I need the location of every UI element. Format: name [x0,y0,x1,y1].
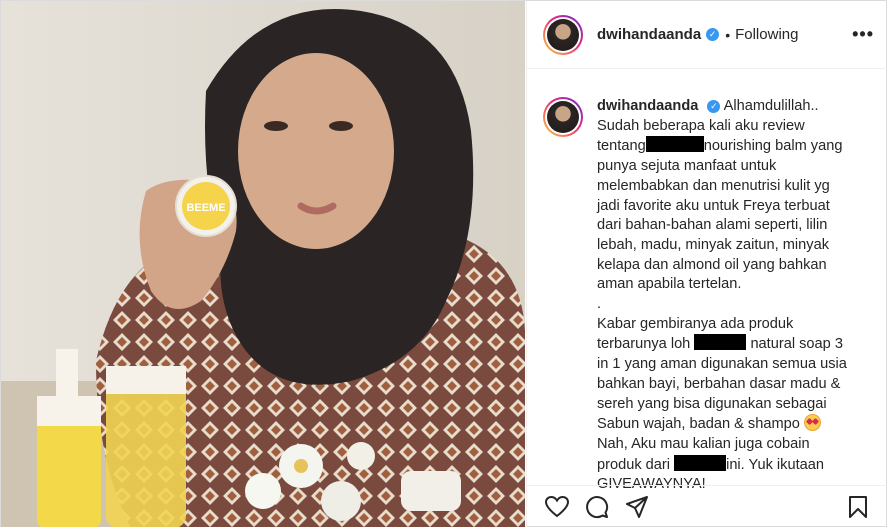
separator-dot: • [725,26,731,43]
post-photo[interactable]: BEEME [1,1,525,527]
caption-line: in 1 yang aman digunakan semua usia [597,356,847,373]
caption-line: produk dari [597,456,671,473]
avatar[interactable] [543,14,583,55]
caption-line: sereh yang bisa digunakan sebagai [597,395,827,412]
caption-line: Alhamdulillah.. [723,98,819,114]
heart-icon[interactable] [543,493,571,521]
share-icon[interactable] [623,493,651,521]
redacted-brand [674,454,727,471]
post-header: dwihandaanda ✓ • Following ••• [527,1,887,69]
action-bar [527,485,887,527]
redacted-brand [645,136,704,153]
product-label: BEEME [186,202,225,214]
caption-line: aman apabila tertelan. [597,276,742,293]
caption-line: jadi favorite aku untuk Freya terbuat [597,197,830,214]
caption-line: . [597,296,602,313]
verified-badge-icon: ✓ [706,28,720,41]
comment-icon[interactable] [583,493,611,521]
caption-line: natural soap 3 [750,336,843,353]
more-options-icon[interactable]: ••• [852,24,874,45]
redacted-brand [694,334,747,351]
caption-line: terbarunya loh [597,336,691,353]
caption-avatar[interactable] [543,97,583,137]
caption-line: dari bahan-bahan alami seperti, lilin [597,217,828,234]
caption-text: dwihandaanda ✓ Alhamdulillah.. Sudah beb… [597,97,867,495]
caption-line: bahkan bayi, berbahan dasar madu & [597,375,841,392]
instagram-post: BEEME dwihandaanda ✓ • Following ••• dwi… [0,0,887,527]
caption-line: nourishing balm yang [703,138,843,155]
caption: dwihandaanda ✓ Alhamdulillah.. Sudah beb… [543,97,874,495]
heart-eyes-emoji-icon [803,414,821,432]
caption-username[interactable]: dwihandaanda [597,98,698,114]
caption-line: tentang [597,138,646,155]
caption-line: lebah, madu, minyak zaitun, minyak [597,236,829,253]
following-button[interactable]: Following [735,26,798,43]
post-image: BEEME [1,1,525,527]
caption-line: Sabun wajah, badan & shampo [597,416,800,433]
bookmark-icon[interactable] [844,493,872,521]
caption-line: punya sejuta manfaat untuk [597,158,777,175]
caption-line: melembabkan dan menutrisi kulit yg [597,177,830,194]
username-link[interactable]: dwihandaanda [597,26,701,43]
caption-line: Sudah beberapa kali aku review [597,117,805,134]
post-details: dwihandaanda ✓ • Following ••• dwihandaa… [526,1,887,527]
caption-line: ini. Yuk ikutaan [726,456,824,473]
verified-badge-icon: ✓ [707,100,721,113]
caption-line: kelapa dan almond oil yang bahkan [597,256,827,273]
caption-line: Nah, Aku mau kalian juga cobain [597,435,810,452]
caption-line: Kabar gembiranya ada produk [597,315,794,332]
